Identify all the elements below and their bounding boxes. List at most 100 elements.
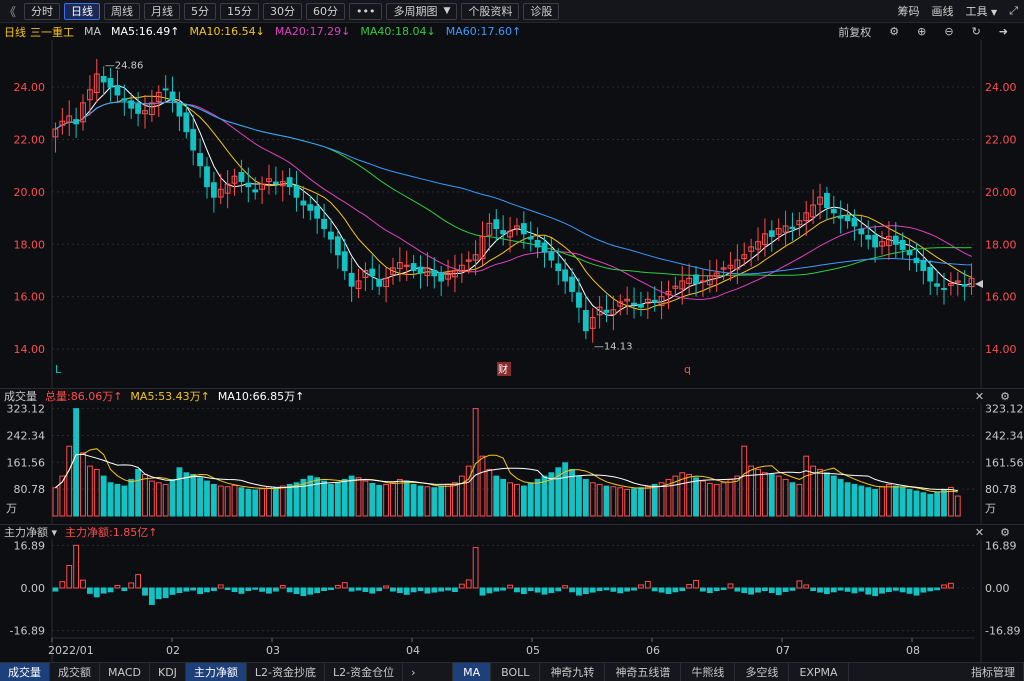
capital-bar — [879, 587, 885, 594]
candle-body — [520, 223, 527, 235]
settings-icon[interactable]: ⚙ — [1000, 526, 1010, 539]
candle-body — [341, 251, 348, 271]
stock-profile-button[interactable]: 个股资料 — [461, 2, 520, 20]
capital-title[interactable]: 主力净额 ▾ — [4, 524, 57, 540]
overlay-tab-4[interactable]: 牛熊线 — [681, 662, 736, 681]
capital-bar — [479, 587, 486, 596]
more-periods-button[interactable]: ••• — [349, 2, 383, 20]
volume-bar — [121, 485, 128, 517]
volume-bar — [169, 478, 176, 517]
overlay-tab-6[interactable]: EXPMA — [789, 662, 849, 681]
indicator-tab-6[interactable]: L2-资金仓位 — [325, 662, 404, 681]
volume-bar — [617, 487, 624, 517]
draw-line-button[interactable]: 画线 — [932, 3, 954, 19]
settings-icon[interactable]: ⚙ — [1000, 390, 1010, 403]
volume-tick-right: 80.78 — [985, 483, 1017, 496]
capital-bar — [727, 583, 734, 589]
candle-body — [899, 239, 906, 251]
capital-bar — [383, 585, 389, 589]
volume-bar — [954, 495, 961, 517]
volume-bar — [520, 485, 527, 517]
overlay-tab-1[interactable]: BOLL — [491, 662, 541, 681]
volume-bar — [452, 482, 458, 517]
capital-bar — [548, 587, 555, 594]
volume-bar — [73, 408, 80, 517]
period-button-0[interactable]: 分时 — [24, 2, 60, 20]
capital-bar — [314, 587, 321, 594]
capital-bar — [445, 587, 451, 591]
volume-title[interactable]: 成交量 — [4, 388, 37, 404]
overlay-tab-5[interactable]: 多空线 — [735, 662, 790, 681]
volume-bar — [93, 468, 100, 517]
capital-bar — [782, 587, 789, 593]
price-tick-left: 22.00 — [14, 134, 46, 147]
indicator-tab-5[interactable]: L2-资金抄底 — [247, 662, 326, 681]
period-button-4[interactable]: 5分 — [184, 2, 216, 20]
caret-down-icon: ▼ — [443, 6, 451, 16]
volume-bar — [741, 445, 748, 517]
volume-bar — [823, 472, 830, 517]
indicator-tab-0[interactable]: 成交量 — [0, 662, 50, 681]
capital-bar — [658, 587, 665, 593]
refresh-icon[interactable]: ↻ — [972, 25, 981, 38]
volume-bar — [610, 486, 617, 517]
period-button-7[interactable]: 60分 — [306, 2, 345, 20]
volume-bar — [706, 482, 713, 517]
close-icon[interactable]: ✕ — [975, 390, 984, 403]
x-tick-label: 08 — [906, 644, 920, 657]
diagnose-button[interactable]: 诊股 — [523, 2, 560, 20]
chips-button[interactable]: 筹码 — [898, 3, 920, 19]
candle-body — [369, 268, 376, 277]
more-tabs-icon[interactable]: › — [403, 662, 454, 681]
capital-bar — [569, 587, 575, 593]
period-button-3[interactable]: 月线 — [144, 2, 180, 20]
capital-bar — [803, 584, 810, 589]
period-button-5[interactable]: 15分 — [220, 2, 259, 20]
tools-button[interactable]: 工具 ▼ — [966, 3, 998, 19]
candle-body — [307, 204, 314, 211]
multi-period-button[interactable]: 多周期图 ▼ — [386, 2, 458, 20]
capital-bar — [169, 587, 176, 595]
volume-bar — [486, 468, 493, 517]
period-button-2[interactable]: 周线 — [104, 2, 140, 20]
volume-bar — [148, 480, 155, 517]
capital-bar — [424, 587, 431, 594]
volume-bar — [293, 482, 300, 517]
settings-icon[interactable]: ⚙ — [889, 25, 899, 38]
capital-bar — [93, 587, 100, 598]
period-button-6[interactable]: 30分 — [263, 2, 302, 20]
candle-body — [872, 234, 879, 248]
volume-bar — [369, 482, 376, 517]
capital-bar — [686, 583, 693, 589]
zoom-in-icon[interactable]: ⊕ — [917, 25, 926, 38]
indicator-tab-4[interactable]: 主力净额 — [185, 662, 247, 681]
period-button-1[interactable]: 日线 — [64, 2, 100, 20]
indicator-manage-button[interactable]: 指标管理 — [963, 662, 1024, 681]
indicator-tab-1[interactable]: 成交额 — [50, 662, 100, 681]
collapse-left-icon[interactable]: 《 — [4, 3, 20, 20]
capital-bar — [307, 587, 314, 595]
overlay-tab-0[interactable]: MA — [453, 662, 492, 681]
capital-bar — [941, 584, 947, 589]
volume-bar — [128, 478, 135, 517]
capital-bar — [596, 587, 603, 592]
indicator-tab-3[interactable]: KDJ — [150, 662, 186, 681]
close-icon[interactable]: ✕ — [975, 526, 984, 539]
capital-bar — [417, 587, 424, 592]
volume-bar — [231, 484, 238, 517]
capital-bar — [507, 584, 513, 589]
adjust-button[interactable]: 前复权 — [838, 24, 871, 40]
ma-label[interactable]: MA — [84, 25, 101, 38]
capital-bar — [872, 587, 879, 597]
chart-canvas[interactable]: 24.00 24.00 22.00 22.00 20.00 20.00 18.00 18.00… — [0, 40, 1024, 662]
capital-bar — [458, 583, 465, 589]
expand-icon[interactable]: ⤢ — [1009, 4, 1018, 18]
arrow-right-icon[interactable]: ➜ — [999, 25, 1008, 38]
overlay-tab-2[interactable]: 神奇九转 — [540, 662, 606, 681]
volume-bar — [279, 485, 286, 517]
capital-bar — [562, 585, 569, 589]
zoom-out-icon[interactable]: ⊖ — [944, 25, 953, 38]
indicator-tab-2[interactable]: MACD — [100, 662, 150, 681]
volume-bar — [355, 477, 362, 517]
overlay-tab-3[interactable]: 神奇五线谱 — [605, 662, 682, 681]
